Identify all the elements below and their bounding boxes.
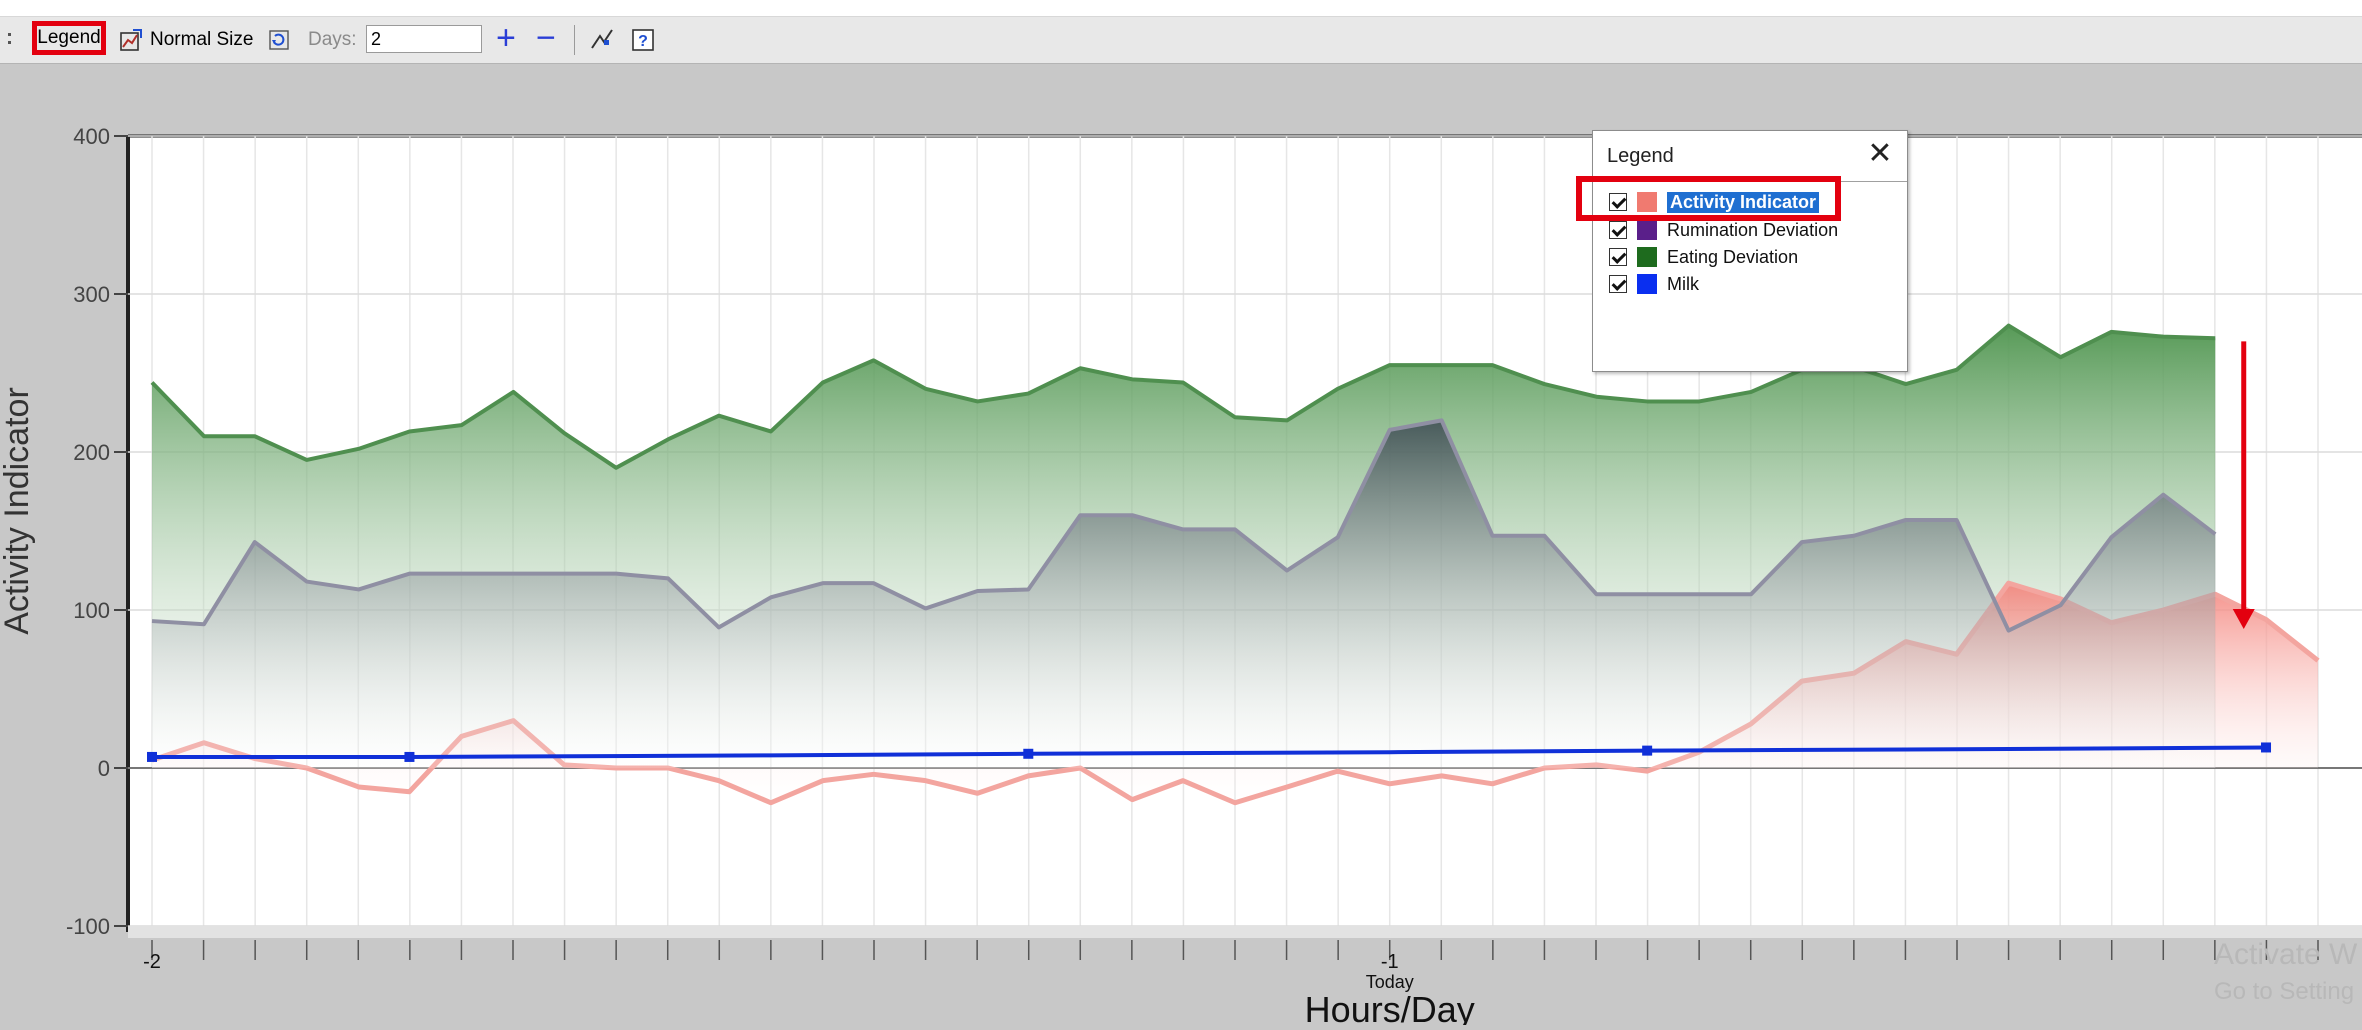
help-icon[interactable]: ? xyxy=(630,25,656,55)
x-axis-band xyxy=(128,926,2362,938)
legend-header: Legend ✕ xyxy=(1593,131,1907,182)
days-input[interactable] xyxy=(366,25,482,53)
x-axis-title: Hours/Day xyxy=(1305,989,1475,1025)
activation-watermark: Activate W xyxy=(2214,938,2358,971)
milk-marker xyxy=(147,751,157,762)
milk-marker xyxy=(1023,748,1034,759)
legend-button-label: Legend xyxy=(37,27,101,48)
legend-button[interactable]: Legend xyxy=(32,21,106,55)
refresh-days-icon[interactable] xyxy=(266,25,292,55)
days-label: Days: xyxy=(308,29,357,50)
milk-marker xyxy=(1642,745,1653,756)
normal-size-label: Normal Size xyxy=(150,29,254,50)
legend-panel: Legend ✕ Activity Indicator Rumination D… xyxy=(1592,130,1908,372)
zoom-in-button[interactable]: + xyxy=(496,21,516,55)
y-tick-label: 200 xyxy=(73,440,110,465)
x-tick-label: -2 xyxy=(143,951,161,973)
y-axis-title: Activity Indicator xyxy=(0,387,36,635)
milk-marker xyxy=(404,751,415,762)
toolbar-grip[interactable] xyxy=(8,31,11,49)
y-tick-label: 400 xyxy=(73,124,110,149)
milk-marker xyxy=(2261,742,2272,753)
chart-area: -100 0 100 200 300 400 -2 -1 Today Activity Indic… xyxy=(0,64,2362,1030)
swatch-rumination-deviation xyxy=(1637,220,1657,240)
zoom-out-button[interactable]: − xyxy=(536,21,556,55)
legend-item-eating-deviation[interactable]: Eating Deviation xyxy=(1599,244,1798,270)
toolbar-separator xyxy=(574,25,575,55)
legend-title: Legend xyxy=(1607,145,1674,167)
close-icon[interactable]: ✕ xyxy=(1865,139,1895,169)
y-tick-label: -100 xyxy=(66,914,110,939)
legend-label-eating-deviation: Eating Deviation xyxy=(1667,246,1799,267)
legend-item-milk[interactable]: Milk xyxy=(1599,271,1699,297)
y-tick-label: 100 xyxy=(73,598,110,623)
activity-chart[interactable]: -1000100200300400-2 -1TodayActivity Indic… xyxy=(0,64,2362,1030)
activation-watermark-sub: Go to Setting xyxy=(2214,978,2355,1005)
checkbox-rumination-deviation[interactable] xyxy=(1609,221,1627,239)
swatch-milk xyxy=(1637,274,1657,294)
svg-text:?: ? xyxy=(638,33,648,50)
y-tick-label: 0 xyxy=(98,756,110,781)
resize-chart-icon xyxy=(118,27,144,53)
title-strip xyxy=(0,0,2362,17)
chart-tools-icon[interactable] xyxy=(588,25,616,55)
legend-label-rumination-deviation: Rumination Deviation xyxy=(1667,219,1839,240)
highlight-box-activity-indicator xyxy=(1576,176,1841,221)
checkbox-eating-deviation[interactable] xyxy=(1609,248,1627,266)
y-tick-label: 300 xyxy=(73,282,110,307)
checkbox-milk[interactable] xyxy=(1609,275,1627,293)
toolbar: Legend Normal Size Days: + − ? xyxy=(0,17,2362,64)
x-tick-label: -1 xyxy=(1381,951,1399,973)
swatch-eating-deviation xyxy=(1637,247,1657,267)
normal-size-button[interactable]: Normal Size xyxy=(118,25,253,55)
legend-label-milk: Milk xyxy=(1667,273,1699,294)
